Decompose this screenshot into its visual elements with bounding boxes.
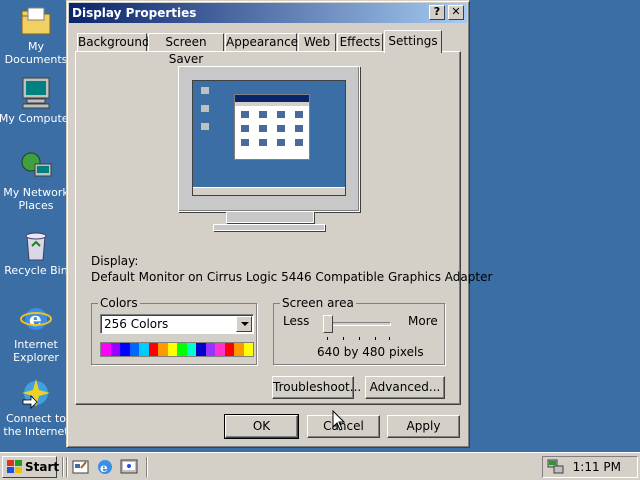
color-swatch [224, 343, 234, 356]
desktop-icon-label: Connect to the Internet [3, 412, 69, 438]
color-swatch [243, 343, 253, 356]
ok-button[interactable]: OK [224, 414, 299, 439]
taskbar-separator [66, 457, 68, 477]
monitor-neck [226, 211, 314, 223]
desktop-icon-connect-internet[interactable]: Connect to the Internet [0, 376, 74, 438]
colors-dropdown[interactable]: 256 Colors [100, 314, 254, 334]
windows-logo-icon [7, 460, 22, 480]
desktop-icon-network-places[interactable]: My Network Places [0, 150, 74, 212]
computer-icon [19, 76, 53, 110]
show-desktop-icon[interactable] [72, 458, 90, 476]
svg-text:e: e [100, 461, 108, 475]
advanced-button[interactable]: Advanced... [365, 376, 445, 399]
display-adapter-value: Default Monitor on Cirrus Logic 5446 Com… [91, 270, 493, 284]
color-swatch [110, 343, 120, 356]
monitor-screen [192, 80, 346, 196]
apply-button[interactable]: Apply [387, 415, 460, 438]
color-swatch [186, 343, 196, 356]
monitor-base [213, 224, 325, 231]
display-label: Display: [91, 254, 139, 268]
tab-screen-saver[interactable]: Screen Saver [148, 33, 224, 66]
desktop-icon-my-documents[interactable]: My Documents [0, 4, 74, 66]
chevron-down-icon[interactable] [236, 316, 252, 332]
desktop-icon-label: Recycle Bin [4, 264, 68, 277]
help-button[interactable]: ? [429, 5, 445, 20]
color-swatch [205, 343, 215, 356]
color-swatch [139, 343, 149, 356]
color-swatch [234, 343, 244, 356]
troubleshoot-button[interactable]: Troubleshoot... [272, 376, 361, 399]
folder-documents-icon [19, 4, 53, 38]
desktop-icon-label: My Network Places [3, 186, 69, 212]
screen-area-more-label: More [408, 314, 438, 328]
close-icon: ✕ [451, 5, 461, 18]
colors-selected-value: 256 Colors [104, 317, 169, 331]
recycle-bin-icon [19, 228, 53, 262]
color-swatch [215, 343, 225, 356]
monitor-preview [178, 66, 360, 212]
ie-icon[interactable]: e [96, 458, 114, 476]
tab-background[interactable]: Background [77, 33, 150, 52]
screen-area-legend: Screen area [280, 296, 356, 310]
start-label: Start [25, 460, 60, 474]
start-button[interactable]: Start [2, 456, 60, 480]
screen-area-resolution: 640 by 480 pixels [317, 345, 424, 359]
close-button[interactable]: ✕ [448, 5, 464, 20]
color-swatch [101, 343, 111, 356]
tab-settings[interactable]: Settings [384, 30, 442, 53]
color-swatch [167, 343, 177, 356]
color-swatch [129, 343, 139, 356]
title-bar[interactable]: Display Properties ? ✕ [69, 3, 467, 23]
screen-area-less-label: Less [283, 314, 310, 328]
tab-appearance[interactable]: Appearance [225, 33, 298, 52]
svg-text:e: e [29, 307, 42, 331]
network-tray-icon[interactable] [547, 459, 565, 478]
channels-icon[interactable] [120, 458, 138, 476]
color-palette-preview [100, 342, 254, 357]
connect-icon [19, 376, 53, 410]
desktop-icon-label: Internet Explorer [13, 338, 59, 364]
display-properties-dialog: Display Properties ? ✕ Background Screen… [66, 0, 492, 448]
taskbar-separator [146, 457, 148, 477]
system-tray: 1:11 PM [542, 456, 638, 478]
ie-icon: e [19, 302, 53, 336]
desktop-icon-label: My Computer [0, 112, 74, 125]
colors-legend: Colors [98, 296, 140, 310]
color-swatch [148, 343, 158, 356]
mini-window [234, 94, 310, 160]
taskbar: Start e 1:11 PM [0, 452, 640, 480]
color-swatch [177, 343, 187, 356]
desktop-icon-recycle-bin[interactable]: Recycle Bin [0, 228, 74, 277]
dialog-title: Display Properties [72, 6, 197, 20]
tab-effects[interactable]: Effects [337, 33, 383, 52]
mini-taskbar [193, 187, 345, 195]
desktop-icon-my-computer[interactable]: My Computer [0, 76, 74, 125]
mouse-cursor-icon [332, 409, 346, 432]
network-icon [19, 150, 53, 184]
color-swatch [120, 343, 130, 356]
clock[interactable]: 1:11 PM [573, 460, 621, 474]
taskbar-separator [62, 457, 64, 477]
desktop-icon-internet-explorer[interactable]: e Internet Explorer [0, 302, 74, 364]
tab-web[interactable]: Web [298, 33, 336, 52]
desktop-icon-label: My Documents [4, 40, 68, 66]
color-swatch [196, 343, 206, 356]
screen-area-slider-thumb[interactable] [323, 315, 333, 333]
color-swatch [158, 343, 168, 356]
screen-area-slider-track[interactable] [323, 322, 391, 326]
